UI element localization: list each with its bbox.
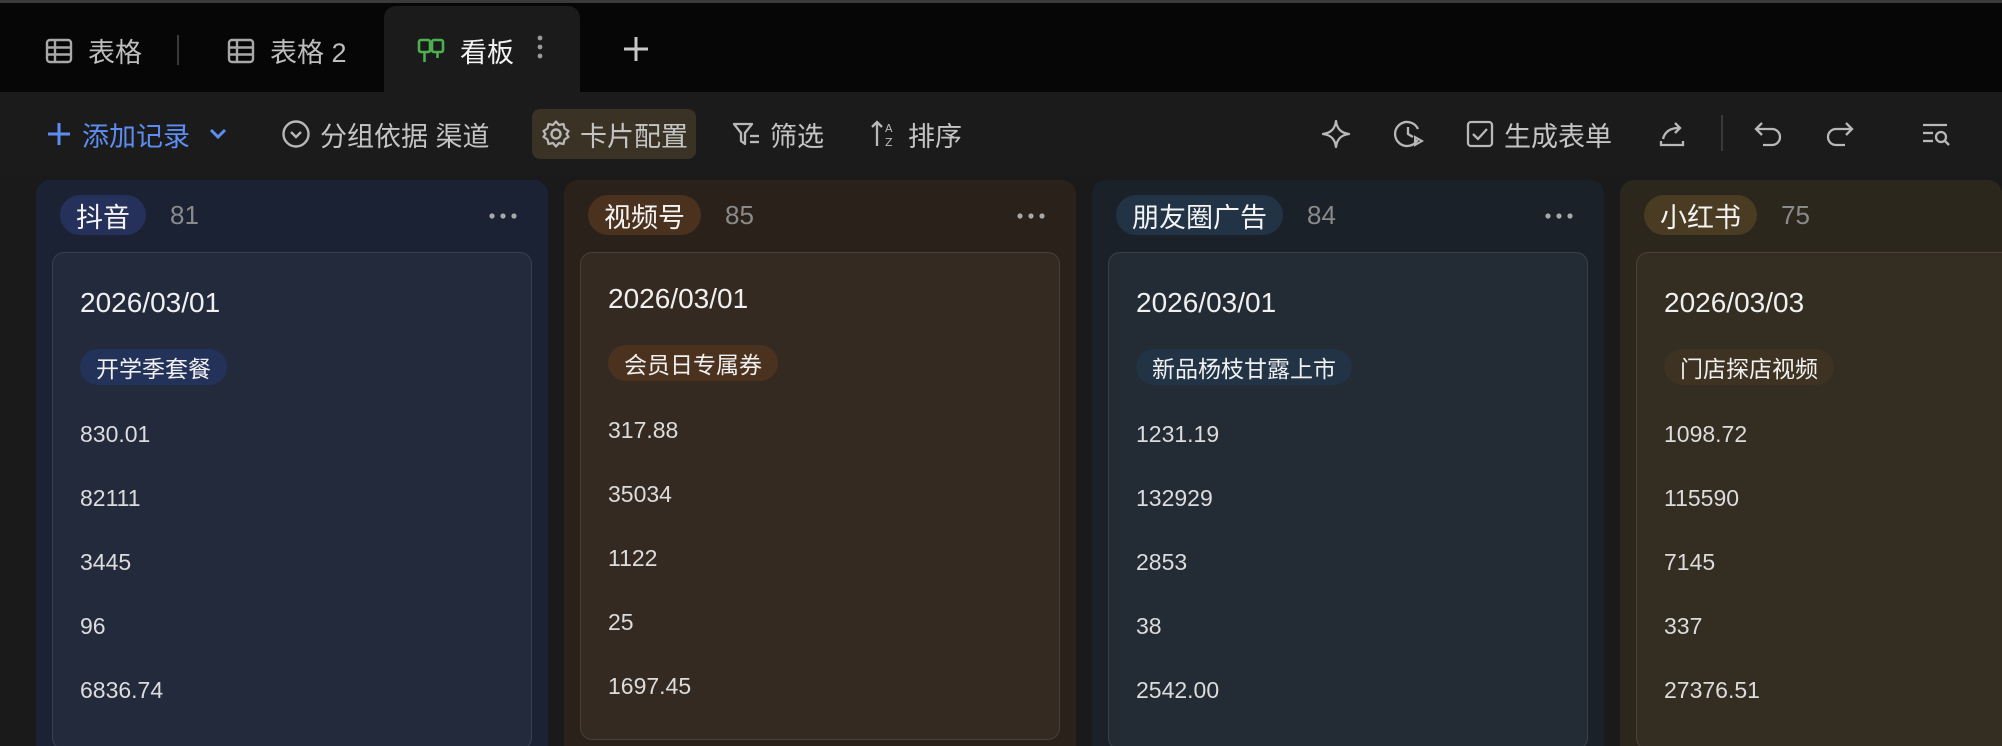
column-header: 朋友圈广告 84 — [1116, 194, 1336, 236]
card-value: 96 — [80, 613, 106, 639]
column-header: 小红书 75 — [1644, 194, 1810, 236]
generate-form-button[interactable]: 生成表单 — [1464, 109, 1612, 159]
svg-text:Z: Z — [885, 136, 893, 149]
add-record-label: 添加记录 — [82, 121, 190, 152]
card-value: 27376.51 — [1664, 677, 1760, 703]
column-title[interactable]: 视频号 — [588, 195, 701, 235]
kanban-column: 朋友圈广告 84 2026/03/01 新品杨枝甘露上市 1231.19 132… — [1092, 180, 1604, 746]
share-icon[interactable] — [1652, 114, 1692, 154]
card-value: 1098.72 — [1664, 421, 1748, 447]
column-count: 84 — [1307, 199, 1336, 230]
card-tag: 门店探店视频 — [1664, 349, 1834, 385]
card-value: 6836.74 — [80, 677, 164, 703]
card-date: 2026/03/01 — [80, 287, 221, 318]
more-icon[interactable] — [1544, 206, 1574, 226]
card-config-button[interactable]: 卡片配置 — [532, 109, 696, 159]
view-toolbar: 添加记录 分组依据 渠道 卡片配置 筛选 AZ 排序 生成表单 — [0, 92, 2002, 176]
card-value: 115590 — [1664, 485, 1740, 511]
more-icon[interactable] — [1016, 206, 1046, 226]
column-count: 75 — [1781, 199, 1810, 230]
card-value: 38 — [1136, 613, 1162, 639]
card-value: 132929 — [1136, 485, 1213, 511]
redo-icon[interactable] — [1820, 114, 1860, 154]
circle-chevron-icon — [282, 120, 310, 148]
card-value: 82111 — [80, 485, 141, 511]
more-icon[interactable] — [488, 206, 518, 226]
filter-label: 筛选 — [770, 121, 824, 152]
kanban-icon — [416, 36, 446, 66]
column-title[interactable]: 抖音 — [60, 195, 146, 235]
svg-text:A: A — [885, 122, 893, 135]
card-value: 1122 — [608, 545, 658, 571]
add-view-icon[interactable] — [616, 29, 656, 69]
card-value: 317.88 — [608, 417, 679, 443]
kanban-column: 视频号 85 2026/03/01 会员日专属券 317.88 35034 11… — [564, 180, 1076, 746]
card-value: 2853 — [1136, 549, 1188, 575]
card-date: 2026/03/03 — [1664, 287, 1805, 318]
card-value: 25 — [608, 609, 634, 635]
tab-table-2[interactable]: 表格 2 — [226, 6, 347, 95]
tab-table[interactable]: 表格 — [44, 6, 142, 95]
search-records-icon[interactable] — [1916, 114, 1956, 154]
generate-form-label: 生成表单 — [1504, 121, 1612, 152]
record-card[interactable]: 2026/03/01 会员日专属券 317.88 35034 1122 25 1… — [580, 252, 1060, 740]
card-value: 830.01 — [80, 421, 151, 447]
column-count: 81 — [170, 199, 199, 230]
column-title[interactable]: 朋友圈广告 — [1116, 195, 1283, 235]
view-tab-bar: 表格 表格 2 看板 — [0, 0, 2002, 95]
kanban-column: 小红书 75 2026/03/03 门店探店视频 1098.72 115590 … — [1620, 180, 2002, 746]
table-icon — [44, 36, 74, 66]
column-title[interactable]: 小红书 — [1644, 195, 1757, 235]
sort-label: 排序 — [908, 121, 962, 152]
sort-button[interactable]: AZ 排序 — [868, 109, 962, 159]
column-header: 抖音 81 — [60, 194, 199, 236]
table-icon — [226, 36, 256, 66]
record-card[interactable]: 2026/03/03 门店探店视频 1098.72 115590 7145 33… — [1636, 252, 2002, 746]
kanban-board: 抖音 81 2026/03/01 开学季套餐 830.01 82111 3445… — [0, 176, 2002, 746]
card-value: 3445 — [80, 549, 132, 575]
automation-icon[interactable] — [1388, 114, 1428, 154]
group-by-button[interactable]: 分组依据 渠道 — [280, 109, 490, 159]
tab-label: 表格 — [88, 38, 142, 68]
tab-divider — [177, 35, 179, 65]
card-value: 7145 — [1664, 549, 1716, 575]
group-by-label: 分组依据 渠道 — [320, 121, 490, 152]
tab-label: 看板 — [460, 38, 514, 68]
toolbar-divider — [1721, 115, 1723, 151]
chevron-down-icon[interactable] — [204, 120, 232, 148]
card-value: 2542.00 — [1136, 677, 1220, 703]
kanban-column: 抖音 81 2026/03/01 开学季套餐 830.01 82111 3445… — [36, 180, 548, 746]
form-check-icon — [1466, 120, 1494, 148]
column-header: 视频号 85 — [588, 194, 754, 236]
card-value: 1231.19 — [1136, 421, 1220, 447]
sort-icon: AZ — [871, 120, 893, 149]
card-tag: 新品杨枝甘露上市 — [1136, 349, 1352, 385]
tab-more-icon[interactable] — [536, 34, 544, 67]
card-config-label: 卡片配置 — [580, 121, 688, 152]
record-card[interactable]: 2026/03/01 新品杨枝甘露上市 1231.19 132929 2853 … — [1108, 252, 1588, 746]
filter-button[interactable]: 筛选 — [730, 109, 824, 159]
card-value: 337 — [1664, 613, 1703, 639]
undo-icon[interactable] — [1748, 114, 1788, 154]
card-date: 2026/03/01 — [1136, 287, 1277, 318]
card-tag: 会员日专属券 — [608, 345, 778, 381]
card-value: 35034 — [608, 481, 672, 507]
plus-icon — [48, 123, 70, 145]
tab-kanban[interactable]: 看板 — [384, 6, 580, 95]
card-tag: 开学季套餐 — [80, 349, 227, 385]
ai-sparkle-icon[interactable] — [1316, 114, 1356, 154]
gear-icon — [542, 120, 570, 148]
card-date: 2026/03/01 — [608, 283, 749, 314]
record-card[interactable]: 2026/03/01 开学季套餐 830.01 82111 3445 96 68… — [52, 252, 532, 746]
add-record-button[interactable]: 添加记录 — [44, 109, 240, 159]
card-value: 1697.45 — [608, 673, 692, 699]
tab-label: 表格 2 — [270, 38, 347, 68]
column-count: 85 — [725, 199, 754, 230]
filter-icon — [732, 122, 759, 146]
